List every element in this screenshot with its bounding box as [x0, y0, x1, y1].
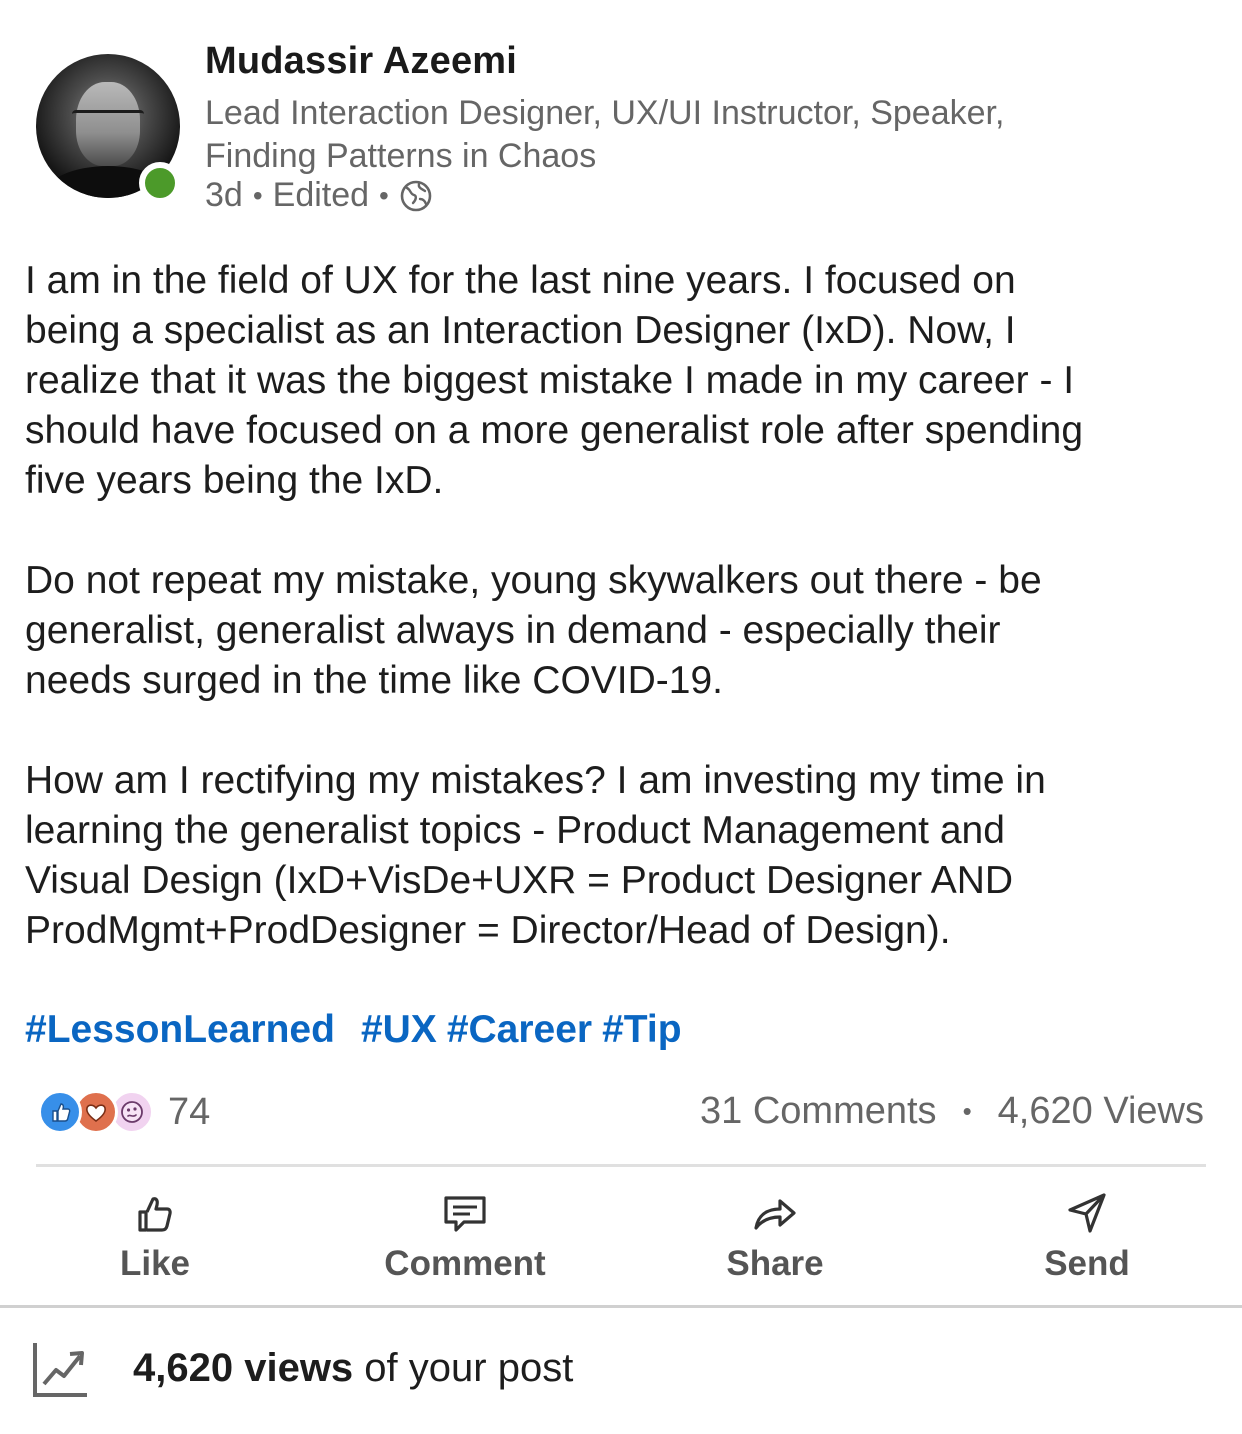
comment-icon: [444, 1196, 486, 1232]
avatar-glasses: [72, 110, 144, 126]
post-paragraph-1: I am in the field of UX for the last nin…: [25, 259, 1084, 502]
thumbs-up-icon: [138, 1197, 172, 1232]
reactions-summary[interactable]: 74: [38, 1090, 210, 1134]
views-suffix: of your post: [353, 1346, 574, 1390]
globe-icon: [400, 180, 432, 211]
meta-separator: •: [379, 179, 389, 211]
headline-line-1: Lead Interaction Designer, UX/UI Instruc…: [205, 94, 1005, 132]
count-separator: •: [962, 1096, 972, 1126]
post-time: 3d: [205, 176, 243, 214]
headline-line-2: Finding Patterns in Chaos: [205, 137, 597, 175]
send-icon: [1068, 1193, 1106, 1233]
like-button[interactable]: Like: [35, 1190, 275, 1290]
post-meta: 3d • Edited •: [205, 176, 433, 215]
author-headline: Lead Interaction Designer, UX/UI Instruc…: [205, 92, 1205, 178]
post-analytics-link[interactable]: 4,620 views of your post: [133, 1346, 573, 1391]
comment-button[interactable]: Comment: [345, 1190, 585, 1290]
divider: [0, 1305, 1242, 1308]
share-button[interactable]: Share: [655, 1190, 895, 1290]
linkedin-post: Mudassir Azeemi Lead Interaction Designe…: [0, 0, 1242, 1434]
send-label: Send: [1044, 1244, 1130, 1283]
action-bar: Like Comment Share Send: [0, 1190, 1242, 1290]
comment-label: Comment: [384, 1244, 546, 1283]
views-count-link[interactable]: 4,620 Views: [998, 1090, 1204, 1133]
views-bold: 4,620 views: [133, 1346, 354, 1390]
send-button[interactable]: Send: [967, 1190, 1207, 1290]
author-name[interactable]: Mudassir Azeemi: [205, 40, 517, 83]
hashtag-link[interactable]: #UX: [361, 1008, 437, 1051]
like-label: Like: [119, 1244, 191, 1283]
post-edited: Edited: [272, 176, 370, 214]
analytics-trend-icon: [33, 1343, 87, 1397]
hashtag-link[interactable]: #Tip: [602, 1008, 681, 1051]
divider: [36, 1164, 1206, 1167]
post-paragraph-2: Do not repeat my mistake, young skywalke…: [25, 559, 1042, 702]
post-paragraph-3: How am I rectifying my mistakes? I am in…: [25, 759, 1046, 952]
engagement-counts: 31 Comments • 4,620 Views: [700, 1090, 1204, 1133]
meta-separator: •: [252, 179, 263, 211]
online-status-dot: [139, 162, 181, 204]
reaction-count: 74: [168, 1090, 211, 1133]
hashtag-link[interactable]: #Career: [447, 1008, 592, 1051]
like-icon: [38, 1090, 82, 1134]
comments-count-link[interactable]: 31 Comments: [700, 1090, 937, 1133]
post-body: I am in the field of UX for the last nin…: [25, 256, 1225, 1006]
hashtag-link[interactable]: #LessonLearned: [25, 1008, 335, 1051]
share-label: Share: [726, 1244, 824, 1283]
share-arrow-icon: [754, 1199, 796, 1230]
hashtag-list: #LessonLearned #UX #Career #Tip: [25, 1008, 692, 1052]
